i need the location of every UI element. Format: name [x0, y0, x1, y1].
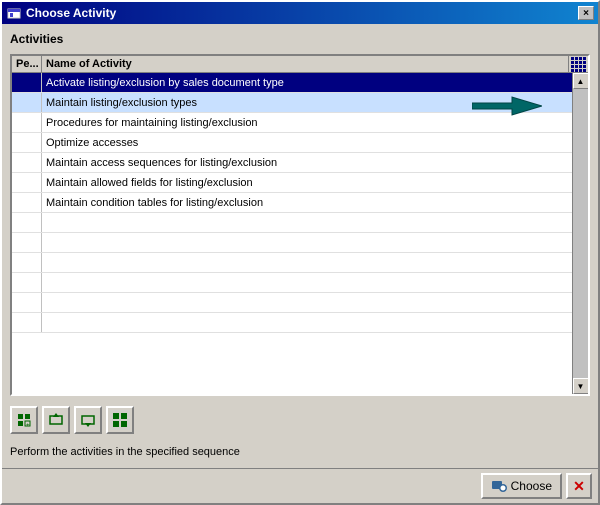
- row-pe-5: [12, 173, 42, 192]
- scroll-up-button[interactable]: ▲: [573, 73, 589, 89]
- table-row[interactable]: Maintain access sequences for listing/ex…: [12, 153, 572, 173]
- table-row[interactable]: Maintain listing/exclusion types: [12, 93, 572, 113]
- close-button[interactable]: ×: [578, 6, 594, 20]
- toolbar-button-1[interactable]: +: [10, 406, 38, 434]
- activities-table: Pe... Name of Activity Activat: [10, 54, 590, 396]
- row-pe-2: [12, 113, 42, 132]
- row-pe-6: [12, 193, 42, 212]
- arrow-indicator: [472, 95, 542, 120]
- table-body: Activate listing/exclusion by sales docu…: [12, 73, 572, 394]
- scroll-down-button[interactable]: ▼: [573, 378, 589, 394]
- choose-activity-window: Choose Activity × Activities Pe... Name …: [0, 0, 600, 505]
- cancel-button[interactable]: ✕: [566, 473, 592, 499]
- window-title: Choose Activity: [26, 6, 116, 20]
- window-icon: [6, 5, 22, 21]
- col-icon-header: [568, 56, 588, 72]
- section-label: Activities: [10, 32, 590, 46]
- table-row[interactable]: Maintain allowed fields for listing/excl…: [12, 173, 572, 193]
- row-name-5: Maintain allowed fields for listing/excl…: [42, 176, 572, 190]
- table-row[interactable]: [12, 213, 572, 233]
- toolbar-button-2[interactable]: [42, 406, 70, 434]
- footer: Choose ✕: [2, 468, 598, 503]
- table-row[interactable]: [12, 273, 572, 293]
- status-text: Perform the activities in the specified …: [10, 444, 590, 460]
- row-pe-3: [12, 133, 42, 152]
- row-name-6: Maintain condition tables for listing/ex…: [42, 196, 572, 210]
- row-pe-1: [12, 93, 42, 112]
- row-name-3: Optimize accesses: [42, 136, 572, 150]
- table-row[interactable]: [12, 293, 572, 313]
- toolbar-button-3[interactable]: [74, 406, 102, 434]
- table-row[interactable]: Optimize accesses: [12, 133, 572, 153]
- choose-button[interactable]: Choose: [481, 473, 562, 499]
- row-name-4: Maintain access sequences for listing/ex…: [42, 156, 572, 170]
- table-row[interactable]: [12, 313, 572, 333]
- table-row[interactable]: [12, 253, 572, 273]
- svg-text:+: +: [26, 423, 30, 428]
- table-row[interactable]: [12, 233, 572, 253]
- table-header: Pe... Name of Activity: [12, 56, 588, 73]
- col-header-pe: Pe...: [12, 56, 42, 72]
- window-body: Activities Pe... Name of Activity: [2, 24, 598, 468]
- vertical-scrollbar[interactable]: ▲ ▼: [572, 73, 588, 394]
- toolbar-button-4[interactable]: [106, 406, 134, 434]
- table-row[interactable]: Maintain condition tables for listing/ex…: [12, 193, 572, 213]
- bottom-toolbar: +: [10, 402, 590, 438]
- title-bar: Choose Activity ×: [2, 2, 598, 24]
- row-pe-4: [12, 153, 42, 172]
- row-pe-0: [12, 73, 42, 92]
- title-bar-left: Choose Activity: [6, 5, 116, 21]
- choose-label: Choose: [511, 479, 552, 493]
- grid-icon: [571, 57, 586, 72]
- choose-icon: [491, 478, 507, 494]
- col-header-name: Name of Activity: [42, 56, 568, 72]
- scroll-track[interactable]: [573, 89, 589, 378]
- table-row[interactable]: Activate listing/exclusion by sales docu…: [12, 73, 572, 93]
- row-name-0: Activate listing/exclusion by sales docu…: [42, 76, 572, 90]
